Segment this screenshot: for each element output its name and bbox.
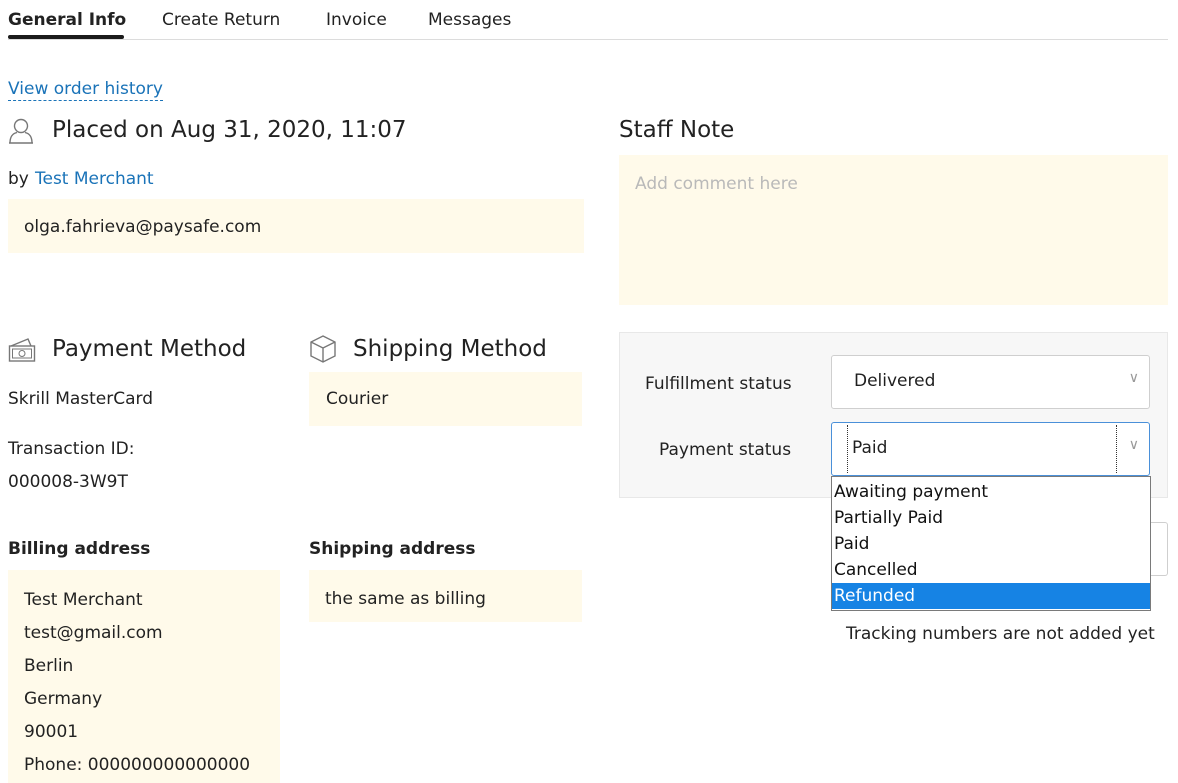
tab-invoice[interactable]: Invoice xyxy=(326,10,387,30)
payment-option-paid[interactable]: Paid xyxy=(832,531,1150,557)
staff-note-title: Staff Note xyxy=(619,117,735,143)
chevron-down-icon: ∨ xyxy=(1128,437,1139,453)
customer-email: olga.fahrieva@paysafe.com xyxy=(24,217,262,237)
tab-bar: General Info Create Return Invoice Messa… xyxy=(8,0,1168,40)
payment-option-partially-paid[interactable]: Partially Paid xyxy=(832,505,1150,531)
customer-email-box: olga.fahrieva@paysafe.com xyxy=(8,199,584,253)
shipping-address-title: Shipping address xyxy=(309,539,476,559)
payment-option-refunded[interactable]: Refunded xyxy=(832,583,1150,609)
order-placed-date: Placed on Aug 31, 2020, 11:07 xyxy=(52,117,407,143)
tab-messages[interactable]: Messages xyxy=(428,10,511,30)
staff-note-placeholder: Add comment here xyxy=(635,174,798,194)
shipping-method-box: Courier xyxy=(309,372,582,426)
shipping-address-box: the same as billing xyxy=(309,570,582,622)
payment-status-dropdown: Awaiting payment Partially Paid Paid Can… xyxy=(831,476,1151,611)
billing-address-box: Test Merchant test@gmail.com Berlin Germ… xyxy=(8,570,280,783)
tab-create-return[interactable]: Create Return xyxy=(162,10,280,30)
billing-address-line: 90001 xyxy=(24,722,79,742)
wallet-icon xyxy=(8,337,36,363)
payment-method-title: Payment Method xyxy=(52,336,247,362)
fulfillment-status-value: Delivered xyxy=(854,371,936,391)
focus-ring xyxy=(847,425,1117,473)
billing-address-line: Phone: 000000000000000 xyxy=(24,755,251,775)
billing-address-line: Berlin xyxy=(24,656,74,676)
chevron-down-icon: ∨ xyxy=(1128,370,1139,386)
billing-address-title: Billing address xyxy=(8,539,151,559)
merchant-link[interactable]: Test Merchant xyxy=(35,169,154,189)
payment-status-select[interactable]: Paid ∨ xyxy=(831,422,1150,476)
tab-general-info[interactable]: General Info xyxy=(8,10,126,30)
payment-option-awaiting[interactable]: Awaiting payment xyxy=(832,479,1150,505)
user-icon xyxy=(8,117,34,145)
payment-option-cancelled[interactable]: Cancelled xyxy=(832,557,1150,583)
shipping-method-title: Shipping Method xyxy=(353,336,547,362)
fulfillment-status-label: Fulfillment status xyxy=(645,374,792,394)
shipping-method-value: Courier xyxy=(326,389,389,409)
tracking-empty-text: Tracking numbers are not added yet xyxy=(846,624,1155,644)
billing-address-line: Test Merchant xyxy=(24,590,143,610)
payment-status-label: Payment status xyxy=(659,440,792,460)
transaction-id-value: 000008-3W9T xyxy=(8,472,128,492)
order-status-panel: Fulfillment status Delivered ∨ Payment s… xyxy=(619,332,1168,498)
billing-address-line: Germany xyxy=(24,689,103,709)
box-icon xyxy=(309,334,337,364)
transaction-id-label: Transaction ID: xyxy=(8,439,135,459)
shipping-address-value: the same as billing xyxy=(325,589,486,609)
payment-status-value: Paid xyxy=(852,438,888,458)
staff-note-textarea[interactable]: Add comment here xyxy=(619,155,1168,305)
billing-address-line: test@gmail.com xyxy=(24,623,163,643)
payment-method-value: Skrill MasterCard xyxy=(8,389,154,409)
view-order-history-link[interactable]: View order history xyxy=(8,78,163,101)
fulfillment-status-select[interactable]: Delivered ∨ xyxy=(831,355,1150,409)
placed-by-prefix: by xyxy=(8,169,29,189)
active-tab-indicator xyxy=(8,35,124,39)
